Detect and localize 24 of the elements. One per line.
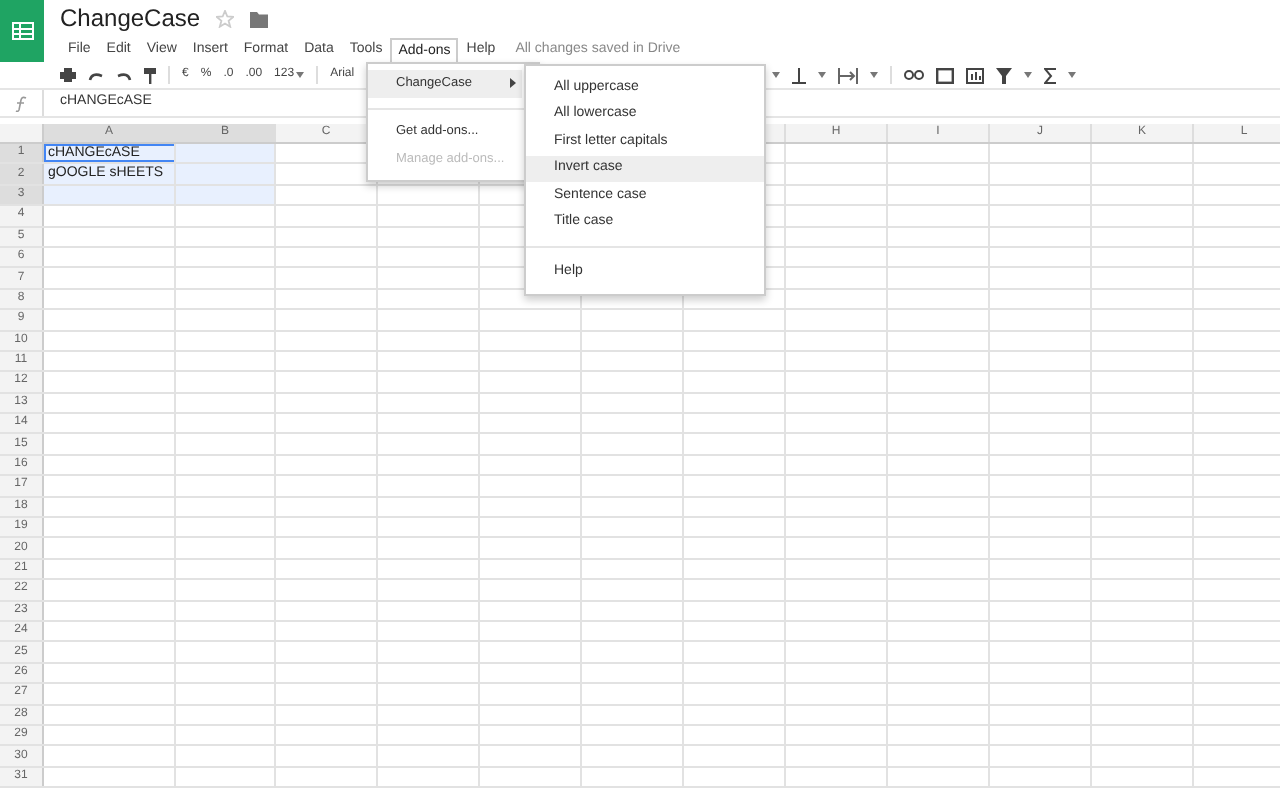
paint-format-icon[interactable] [144,67,156,83]
link-icon[interactable] [904,70,924,80]
star-icon[interactable] [216,10,235,28]
vertical-align-icon[interactable] [792,67,806,83]
sheets-logo-icon[interactable] [0,0,44,62]
dropdown-caret-icon [818,72,826,78]
folder-icon[interactable] [250,11,269,27]
selected-cell[interactable] [176,144,276,163]
comment-icon[interactable] [936,67,954,83]
dropdown-caret-icon [1068,72,1076,78]
chart-icon[interactable] [966,67,984,83]
text-wrap-icon[interactable] [838,67,858,83]
filter-icon[interactable] [996,67,1012,83]
sum-icon[interactable] [1044,67,1056,83]
redo-icon[interactable] [116,69,132,81]
undo-icon[interactable] [88,69,104,81]
dropdown-caret-icon [870,72,878,78]
selected-cell[interactable] [176,164,276,184]
submenu-arrow-icon [510,78,516,89]
formula-icon [14,95,28,111]
dropdown-caret-icon [296,72,305,78]
dropdown-caret-icon [772,72,780,78]
dropdown-caret-icon [1024,72,1032,78]
document-title[interactable]: ChangeCase [60,4,201,34]
